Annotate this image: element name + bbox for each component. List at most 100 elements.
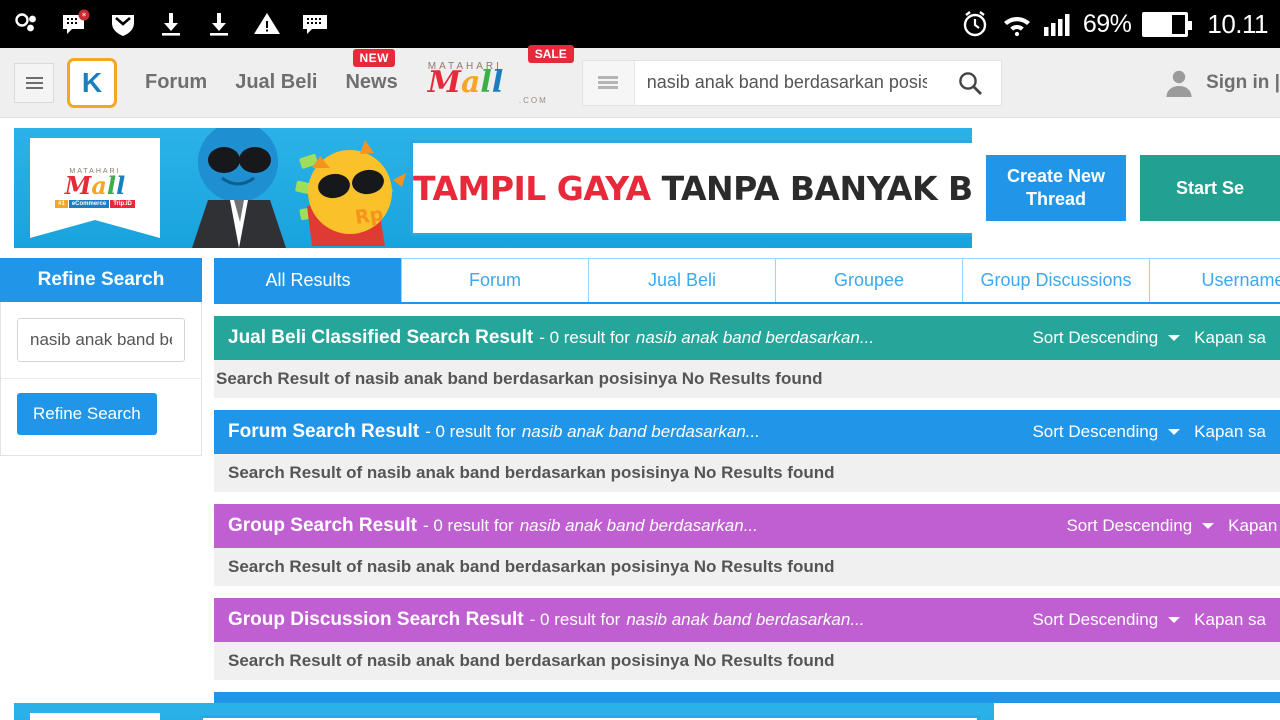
status-bar-notification-icons: *	[12, 9, 330, 39]
wifi-icon	[1001, 9, 1031, 39]
banner-letter-l2: l	[116, 171, 126, 200]
sort-dropdown[interactable]: Sort Descending	[1032, 422, 1181, 442]
mataharimall-wordmark: Mall	[428, 67, 548, 97]
result-query: nasib anak band berdasarkan...	[626, 610, 865, 629]
result-body-forum: Search Result of nasib anak band berdasa…	[214, 454, 1280, 492]
result-query: nasib anak band berdasarkan...	[519, 516, 758, 535]
nav-link-news[interactable]: NEW News	[345, 49, 398, 94]
sort-dropdown[interactable]: Sort Descending	[1032, 328, 1181, 348]
tab-forum[interactable]: Forum	[401, 258, 588, 302]
banner-brand-flag: MATAHARI Mall #1 eCommerce Trip.ID	[30, 138, 160, 238]
result-query: nasib anak band berdasarkan...	[521, 422, 760, 441]
banner-letter-a: a	[91, 171, 107, 200]
chevron-down-icon	[1168, 429, 1181, 435]
kaskus-logo-letter: K	[81, 66, 103, 98]
sort-dropdown-label: Sort Descending	[1032, 328, 1159, 347]
refine-search-panel: Refine Search	[0, 302, 202, 456]
warning-icon	[252, 9, 282, 39]
secondary-promo-banner-inner	[14, 703, 994, 720]
nav-link-jual-beli-label: Jual Beli	[235, 71, 318, 93]
refine-search-button-wrap: Refine Search	[1, 379, 201, 455]
banner-headline-box: TAMPIL GAYA TANPA BANYAK BIAYA!	[410, 140, 972, 236]
sort-dropdown[interactable]: Sort Descending	[1032, 610, 1181, 630]
when-filter[interactable]: Kapan sa	[1194, 610, 1266, 630]
tab-groupee[interactable]: Groupee	[775, 258, 962, 302]
result-body-jual-beli: Search Result of nasib anak band berdasa…	[214, 360, 1280, 398]
banner-action-buttons: Create New Thread Start Se	[986, 155, 1280, 221]
sign-in-label: Sign in |	[1206, 71, 1280, 93]
banner-mascot-illustration: Rp	[160, 128, 410, 248]
start-selling-button[interactable]: Start Se	[1140, 155, 1280, 221]
result-tools: Sort Descending Kapan sa	[1032, 422, 1280, 442]
battery-percentage: 69%	[1082, 9, 1132, 38]
tab-jual-beli[interactable]: Jual Beli	[588, 258, 775, 302]
mataharimall-logo[interactable]: MATAHARI Mall .COM SALE	[428, 44, 574, 109]
nav-link-forum[interactable]: Forum	[145, 71, 207, 94]
secondary-promo-banner[interactable]	[0, 703, 1280, 720]
news-new-badge: NEW	[353, 49, 395, 67]
chevron-down-icon	[1202, 523, 1215, 529]
result-title: Jual Beli Classified Search Result	[228, 327, 534, 348]
status-bar-system-icons: 69% 10.11	[960, 9, 1268, 40]
page-body: Refine Search Refine Search All Results …	[0, 258, 1280, 720]
result-header-group: Group Search Result - 0 result for nasib…	[214, 504, 1280, 548]
refine-search-button[interactable]: Refine Search	[17, 393, 157, 435]
result-block-group: Group Search Result - 0 result for nasib…	[214, 504, 1280, 586]
when-filter[interactable]: Kapan sa	[1194, 328, 1266, 348]
banner-sub-3: Trip.ID	[110, 200, 135, 208]
search-bar	[581, 59, 1002, 106]
tab-group-discussions[interactable]: Group Discussions	[962, 258, 1149, 302]
result-title: Group Search Result	[228, 515, 417, 536]
chevron-down-icon	[1168, 617, 1181, 623]
mall-letter-a: a	[460, 64, 481, 100]
mall-letter-m: M	[427, 64, 461, 100]
result-meta: - 0 result for	[425, 422, 516, 441]
result-body-group: Search Result of nasib anak band berdasa…	[214, 548, 1280, 586]
hamburger-menu-icon[interactable]	[14, 62, 54, 103]
chevron-down-icon	[1168, 335, 1181, 341]
kaskus-logo[interactable]: K	[67, 57, 117, 108]
mataharimall-com: .COM	[518, 95, 548, 105]
nav-link-news-label: News	[345, 71, 398, 93]
bbm-message-badge-icon: *	[60, 9, 90, 39]
result-tools: Sort Descending Kapan sa	[1032, 610, 1280, 630]
sort-dropdown-label: Sort Descending	[1032, 610, 1159, 629]
battery-icon	[1142, 11, 1193, 37]
tab-username[interactable]: Username	[1149, 258, 1280, 302]
result-title: Group Discussion Search Result	[228, 609, 524, 630]
banner-brand-sub: #1 eCommerce Trip.ID	[55, 200, 135, 208]
site-header: K Forum Jual Beli NEW News MATAHARI Mall…	[0, 44, 1280, 118]
secondary-banner-headline-box	[200, 715, 980, 720]
bbm-chat-icon	[300, 9, 330, 39]
banner-headline-red: TAMPIL GAYA	[413, 168, 651, 208]
category-list-icon[interactable]	[582, 60, 635, 105]
result-query: nasib anak band berdasarkan...	[635, 328, 875, 347]
result-block-jual-beli: Jual Beli Classified Search Result - 0 r…	[214, 316, 1280, 398]
refine-search-header: Refine Search	[0, 258, 202, 302]
tab-all-results[interactable]: All Results	[214, 258, 401, 302]
mall-letter-l2: l	[491, 64, 504, 100]
search-input[interactable]	[634, 72, 939, 93]
shield-icon	[108, 9, 138, 39]
result-title: Forum Search Result	[228, 421, 420, 442]
search-button[interactable]	[938, 60, 1001, 105]
banner-sub-2: eCommerce	[68, 200, 110, 208]
when-filter[interactable]: Kapan sa	[1194, 422, 1266, 442]
results-tabs: All Results Forum Jual Beli Groupee Grou…	[214, 258, 1280, 304]
nav-link-jual-beli[interactable]: Jual Beli	[235, 71, 317, 94]
search-results-content: All Results Forum Jual Beli Groupee Grou…	[202, 258, 1280, 720]
sign-in-area[interactable]: Sign in |	[1162, 66, 1280, 100]
result-header-jual-beli: Jual Beli Classified Search Result - 0 r…	[214, 316, 1280, 360]
sort-dropdown[interactable]: Sort Descending	[1066, 516, 1215, 536]
result-meta: - 0 result for	[529, 610, 621, 629]
result-block-forum: Forum Search Result - 0 result for nasib…	[214, 410, 1280, 492]
banner-headline-dark: TANPA BANYAK BIAYA!	[661, 168, 972, 208]
mataharimall-promo-banner[interactable]: MATAHARI Mall #1 eCommerce Trip.ID Rp TA…	[14, 128, 972, 248]
refine-search-input[interactable]	[17, 318, 185, 362]
when-filter[interactable]: Kapan sa	[1228, 516, 1280, 536]
google-circles-icon	[12, 9, 42, 39]
banner-letter-m: M	[64, 171, 92, 200]
result-tools: Sort Descending Kapan sa	[1032, 328, 1280, 348]
refine-search-field-wrap	[1, 302, 201, 379]
create-new-thread-button[interactable]: Create New Thread	[986, 155, 1126, 221]
